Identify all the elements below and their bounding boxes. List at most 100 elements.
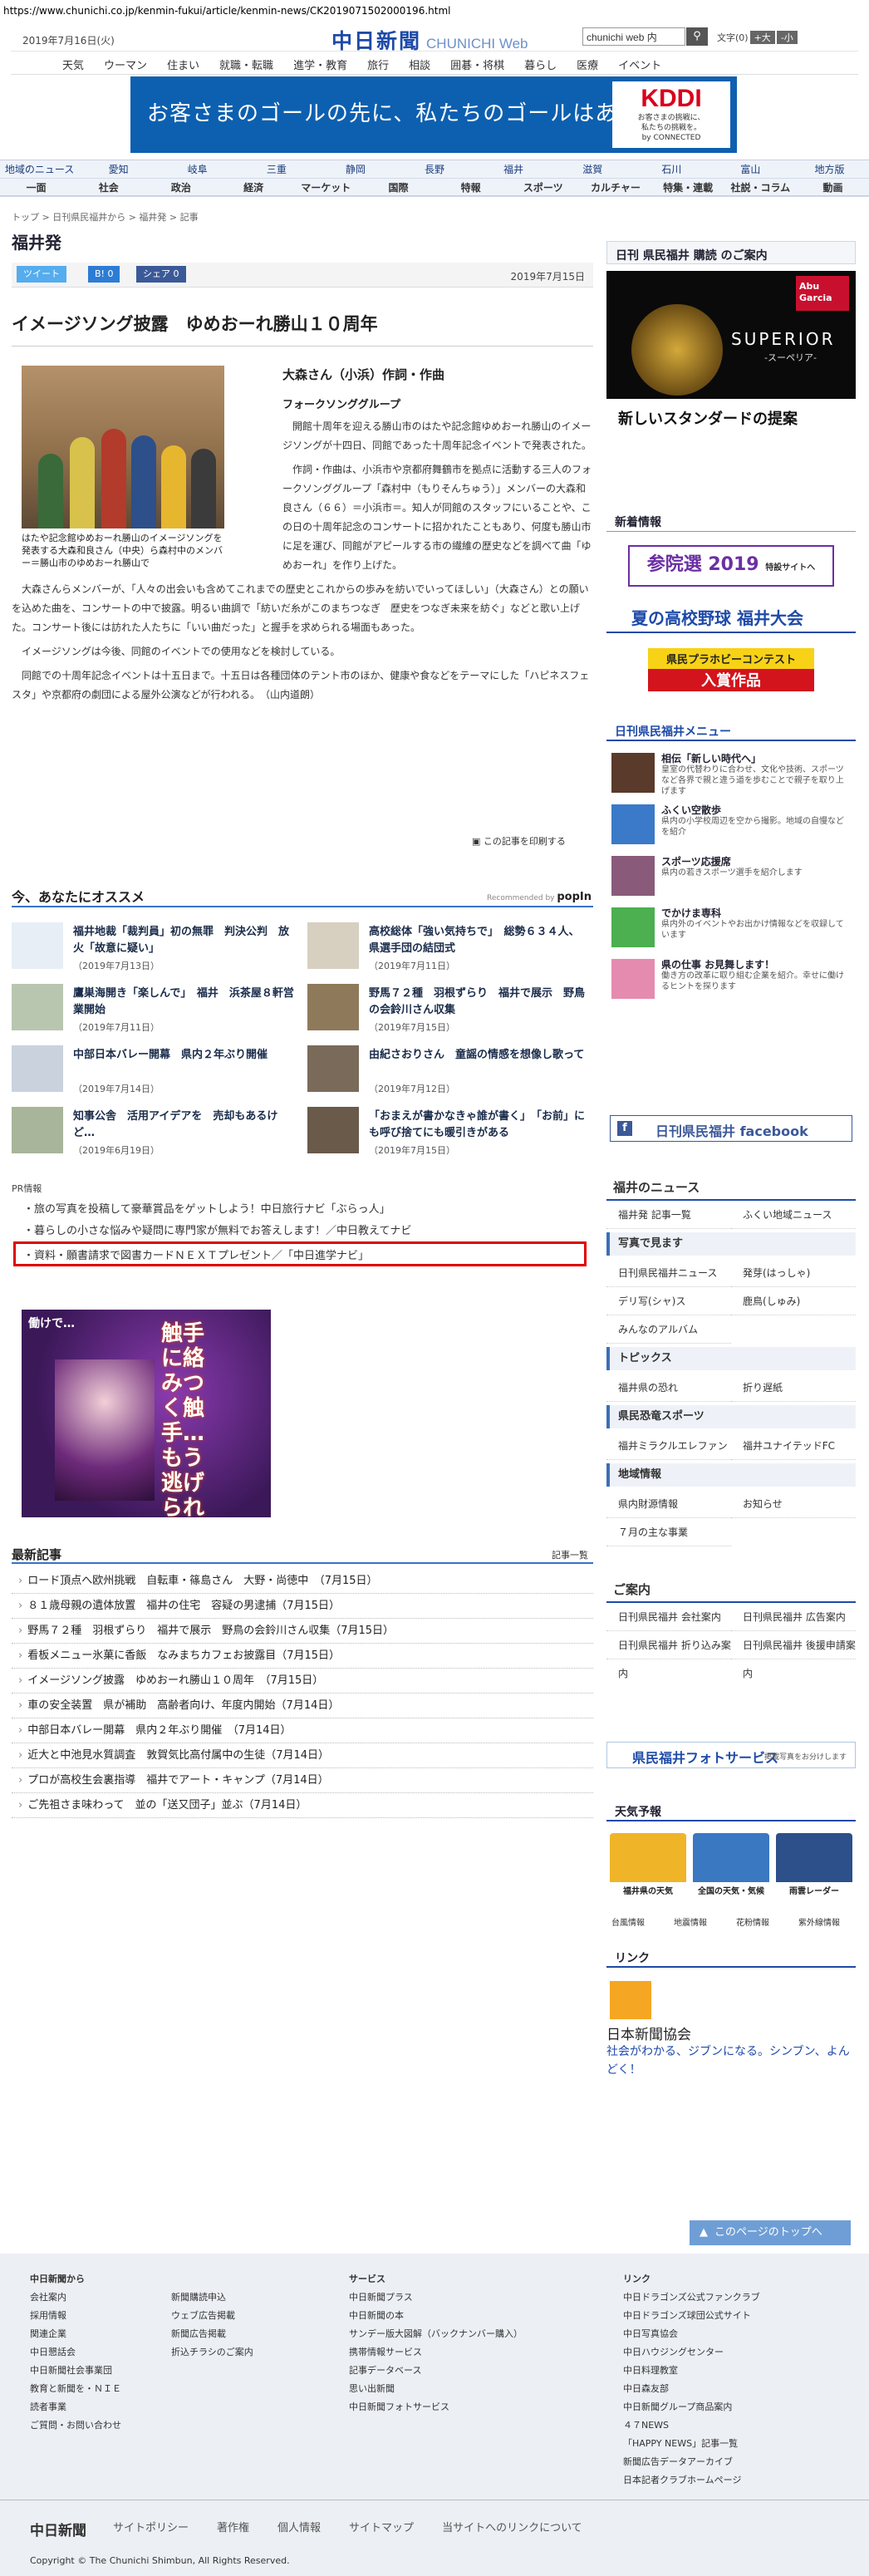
footer-link[interactable]: ４７NEWS: [623, 2416, 760, 2435]
region-nav-item[interactable]: 岐阜: [158, 162, 237, 176]
footer-link[interactable]: 新聞購読申込: [171, 2288, 253, 2307]
footer-bottom-link[interactable]: サイトポリシー: [113, 2522, 189, 2534]
sidebar-link[interactable]: みんなのアルバム: [606, 1315, 731, 1344]
search-icon[interactable]: ⚲: [686, 27, 708, 46]
sidebar-link[interactable]: お知らせ: [731, 1490, 856, 1518]
sidebar-link[interactable]: 紫外線情報: [793, 1910, 856, 1938]
footer-link[interactable]: 中日ドラゴンズ公式ファンクラブ: [623, 2288, 760, 2307]
recommend-title[interactable]: 鷹巣海開き「楽しんで」 福井 浜茶屋８軒営業開始: [73, 986, 294, 1019]
sidebar-link[interactable]: 鹿鳥(しゅみ): [731, 1287, 856, 1315]
footer-link[interactable]: 教育と新聞を・ＮＩＥ: [30, 2380, 121, 2398]
footer-link[interactable]: 思い出新聞: [349, 2380, 523, 2398]
recommend-title[interactable]: 福井地裁「裁判員」初の無罪 判決公判 放火「故意に疑い」: [73, 924, 294, 957]
sidebar-link[interactable]: 日刊県民福井 後援申請案内: [731, 1631, 856, 1679]
footer-link[interactable]: 会社案内: [30, 2288, 121, 2307]
footer-link[interactable]: 記事データベース: [349, 2362, 523, 2380]
latest-news-item[interactable]: 中部日本バレー開幕 県内２年ぶり開催 （7月14日）: [12, 1718, 593, 1743]
latest-news-item[interactable]: ご先祖さま味わって 並の「送又団子」並ぶ（7月14日）: [12, 1793, 593, 1818]
category-nav-item[interactable]: 特集・連載: [652, 180, 724, 194]
category-nav-item[interactable]: 社会: [72, 180, 145, 194]
footer-link[interactable]: 中日写真協会: [623, 2325, 760, 2343]
footer-link[interactable]: 中日ハウジングセンター: [623, 2343, 760, 2362]
menu-title[interactable]: スポーツ応援席: [661, 854, 731, 868]
recommend-card[interactable]: 「おまえが書かなきゃ誰が書く」 「お前」にも呼び捨てにも暖引きがある （2019年…: [307, 1107, 590, 1158]
footer-link[interactable]: 中日懇話会: [30, 2343, 121, 2362]
recommend-thumbnail[interactable]: [12, 984, 63, 1030]
recommend-card[interactable]: 福井地裁「裁判員」初の無罪 判決公判 放火「故意に疑い」 （2019年7月13日）: [12, 922, 294, 974]
sidebar-link[interactable]: 福井発 記事一覧: [606, 1201, 731, 1229]
recommend-title[interactable]: 野馬７２種 羽根ずらり 福井で展示 野鳥の会鈴川さん収集: [369, 986, 590, 1019]
weather-card[interactable]: 福井県の天気: [610, 1833, 686, 1898]
recommend-thumbnail[interactable]: [307, 922, 359, 969]
sidebar-link[interactable]: 折り遅紙: [731, 1374, 856, 1402]
font-plus-button[interactable]: +大: [749, 31, 775, 44]
footer-logo[interactable]: 中日新聞: [30, 2519, 86, 2539]
recommend-title[interactable]: 高校総体「強い気持ちで」 総勢６３４人、県選手団の結団式: [369, 924, 590, 957]
latest-news-item[interactable]: イメージソング披露 ゆめおーれ勝山１０周年 （7月15日）: [12, 1669, 593, 1694]
category-nav-item[interactable]: 経済: [218, 180, 290, 194]
font-minus-button[interactable]: -小: [776, 31, 798, 44]
recommend-card[interactable]: 野馬７２種 羽根ずらり 福井で展示 野鳥の会鈴川さん収集 （2019年7月15日）: [307, 984, 590, 1035]
category-nav-item[interactable]: 動画: [797, 180, 869, 194]
category-nav-item[interactable]: マーケット: [290, 180, 362, 194]
region-nav-item[interactable]: 滋賀: [553, 162, 632, 176]
senkyo-banner[interactable]: 参院選 2019 特設サイトへ: [628, 545, 834, 587]
region-nav-item[interactable]: 福井: [474, 162, 553, 176]
footer-link[interactable]: 中日新聞プラス: [349, 2288, 523, 2307]
sidebar-link[interactable]: 発芽(はっしゃ): [731, 1259, 856, 1287]
latest-news-item[interactable]: 野馬７２種 羽根ずらり 福井で展示 野鳥の会鈴川さん収集（7月15日）: [12, 1619, 593, 1644]
weather-card[interactable]: 全国の天気・気候: [693, 1833, 769, 1898]
topnav-item[interactable]: イベント: [608, 52, 671, 74]
subscribe-banner[interactable]: 日刊 県民福井 購読 のご案内: [606, 241, 856, 264]
menu-item[interactable]: 相伝「新しい時代へ」 皇室の代替わりに合わせ、文化や技術、スポーツなど各界で親と違…: [606, 750, 856, 796]
footer-link[interactable]: 中日新聞グループ商品案内: [623, 2398, 760, 2416]
category-nav-item[interactable]: 国際: [362, 180, 434, 194]
site-logo[interactable]: 中日新聞 CHUNICHI Web: [331, 25, 528, 55]
menu-item[interactable]: ふくい空散歩 県内の小学校周辺を空から撮影。地域の自慢などを紹介: [606, 801, 856, 848]
recommend-thumbnail[interactable]: [307, 984, 359, 1030]
tweet-button[interactable]: ツイート: [17, 266, 66, 283]
footer-link[interactable]: 中日新聞社会事業団: [30, 2362, 121, 2380]
sidebar-link[interactable]: 日刊県民福井 広告案内: [731, 1603, 856, 1631]
region-nav-item[interactable]: 愛知: [79, 162, 158, 176]
sidebar-link[interactable]: 日刊県民福井 折り込み案内: [606, 1631, 731, 1679]
topnav-item[interactable]: ウーマン: [94, 52, 157, 74]
pr-link[interactable]: ・旅の写真を投稿して豪華賞品をゲットしよう！中日旅行ナビ「ぶらっ人」: [23, 1200, 390, 1216]
print-article-link[interactable]: ▣ この記事を印刷する: [472, 834, 566, 848]
sidebar-link[interactable]: 日刊県民福井 会社案内: [606, 1603, 731, 1631]
abu-garcia-ad[interactable]: Abu Garcia SUPERIOR -スーペリア- 新しいスタンダードの提案: [606, 271, 856, 434]
pr-link[interactable]: ・資料・願書請求で図書カードＮＥＸＴプレゼント／「中日進学ナビ」: [23, 1246, 369, 1262]
koshien-banner[interactable]: 夏の高校野球 福井大会: [606, 605, 856, 633]
recommend-title[interactable]: 中部日本バレー開幕 県内２年ぶり開催: [73, 1047, 294, 1064]
sidebar-link[interactable]: 花粉情報: [731, 1910, 793, 1938]
recommend-card[interactable]: 知事公舎 活用アイデアを 売却もあるけど… （2019年6月19日）: [12, 1107, 294, 1158]
photo-service-banner[interactable]: 県民福井フォトサービス 掲載写真をお分けします: [606, 1742, 856, 1768]
footer-link[interactable]: 中日ドラゴンズ球団公式サイト: [623, 2307, 760, 2325]
topnav-item[interactable]: 囲碁・将棋: [440, 52, 514, 74]
latest-news-item[interactable]: 近大と中池見水質調査 敦賀気比高付属中の生徒（7月14日）: [12, 1743, 593, 1768]
region-nav-item[interactable]: 静岡: [316, 162, 395, 176]
category-nav-item[interactable]: 社説・コラム: [724, 180, 797, 194]
footer-link[interactable]: ご質問・お問い合わせ: [30, 2416, 121, 2435]
recommend-title[interactable]: 知事公舎 活用アイデアを 売却もあるけど…: [73, 1109, 294, 1142]
topnav-item[interactable]: 住まい: [157, 52, 209, 74]
category-nav-item[interactable]: 政治: [145, 180, 217, 194]
footer-link[interactable]: 新聞広告掲載: [171, 2325, 253, 2343]
latest-news-item[interactable]: ロード頂点へ欧州挑戦 自転車・篠島さん 大野・尚徳中 （7月15日）: [12, 1569, 593, 1594]
breadcrumb[interactable]: トップ > 日刊県民福井から > 福井発 > 記事: [12, 210, 199, 224]
footer-link[interactable]: 新聞広告データアーカイブ: [623, 2453, 760, 2471]
footer-link[interactable]: 携帯情報サービス: [349, 2343, 523, 2362]
footer-link[interactable]: ウェブ広告掲載: [171, 2307, 253, 2325]
latest-news-item[interactable]: プロが高校生会裏指導 福井でアート・キャンプ（7月14日）: [12, 1768, 593, 1793]
footer-bottom-link[interactable]: 当サイトへのリンクについて: [442, 2522, 582, 2534]
category-nav-item[interactable]: 一面: [0, 180, 72, 194]
sidebar-link[interactable]: ７月の主な事業: [606, 1518, 731, 1546]
menu-title[interactable]: ふくい空散歩: [661, 803, 721, 817]
recommend-card[interactable]: 中部日本バレー開幕 県内２年ぶり開催 （2019年7月14日）: [12, 1045, 294, 1097]
sidebar-link[interactable]: 福井ユナイテッドFC: [731, 1432, 856, 1460]
recommend-thumbnail[interactable]: [12, 922, 63, 969]
footer-link[interactable]: 中日新聞フォトサービス: [349, 2398, 523, 2416]
sidebar-link[interactable]: デリ写(シャ)ス: [606, 1287, 731, 1315]
category-nav-item[interactable]: スポーツ: [507, 180, 579, 194]
category-nav-item[interactable]: カルチャー: [579, 180, 651, 194]
